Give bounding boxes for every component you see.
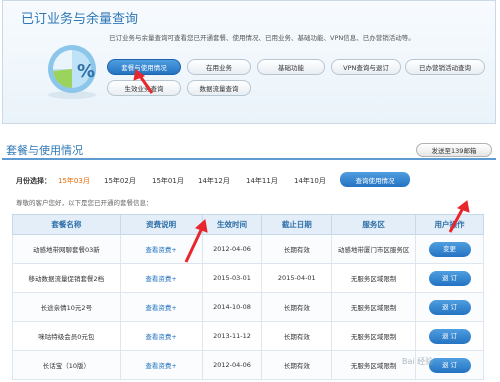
column-header: 截止日期 — [261, 214, 333, 235]
package-name: 长途亲情10元2号 — [12, 292, 121, 322]
tab-data-traffic[interactable]: 数据流量查询 — [187, 80, 251, 96]
table-header-row: 套餐名称 资费说明 生效时间 截止日期 服务区 用户操作 — [12, 214, 484, 235]
end-date: 长期有效 — [261, 321, 333, 351]
panel-description: 已订业务与余量查询可查看您已开通套餐、使用情况、已用业务、基础功能、VPN信息、… — [109, 34, 415, 42]
column-header: 套餐名称 — [12, 214, 121, 235]
service-area: 动感地带厦门市区服务区 — [331, 234, 417, 264]
start-date: 2014-10-08 — [201, 292, 263, 322]
table-row: 动感地带网聊套餐03新 查看资费+ 2012-04-06 长期有效 动感地带厦门… — [12, 234, 484, 264]
table-row: 咪咕特级会员0元包 查看资费+ 2013-11-12 长期有效 无服务区域限制 … — [12, 321, 484, 351]
package-name: 移动数据流量促销套餐2档 — [12, 263, 121, 293]
month-option[interactable]: 15年01月 — [152, 176, 184, 186]
svg-text:%: % — [77, 61, 95, 82]
query-usage-button[interactable]: 查询使用情况 — [340, 172, 410, 187]
service-area: 无服务区域限制 — [331, 292, 417, 322]
watermark: Bai 经验 — [402, 357, 434, 366]
end-date: 2015-04-01 — [261, 263, 333, 293]
tab-marketing-activities[interactable]: 已办营销活动查询 — [405, 59, 485, 75]
unsubscribe-button[interactable]: 退 订 — [428, 357, 471, 373]
tab-vpn-query[interactable]: VPN查询与退订 — [331, 59, 401, 75]
column-header: 服务区 — [331, 214, 417, 235]
notice-text: 尊敬的客户您好，以下是您已开通的套餐信息： — [16, 199, 153, 207]
tab-effective-services[interactable]: 生效业务查询 — [107, 80, 181, 96]
tab-basic-functions[interactable]: 基础功能 — [257, 59, 325, 75]
change-button[interactable]: 变更 — [428, 241, 471, 257]
start-date: 2015-03-01 — [201, 263, 263, 293]
column-header: 资费说明 — [119, 214, 203, 235]
month-label: 月份选择： — [16, 177, 51, 185]
section-title: 套餐与使用情况 — [6, 144, 83, 157]
arrow-head — [456, 200, 470, 213]
month-option[interactable]: 15年03月 — [58, 176, 90, 186]
month-option[interactable]: 14年10月 — [294, 176, 326, 186]
end-date: 长期有效 — [261, 234, 333, 264]
service-query-panel: 已订业务与余量查询 % 已订业务与余量查询可查看您已开通套餐、使用情况、已用业务… — [2, 0, 496, 124]
package-name: 动感地带网聊套餐03新 — [12, 234, 121, 264]
unsubscribe-button[interactable]: 退 订 — [428, 328, 471, 344]
month-option[interactable]: 14年12月 — [198, 176, 230, 186]
view-fee-link[interactable]: 查看资费+ — [145, 333, 176, 341]
start-date: 2012-04-06 — [201, 350, 263, 380]
tab-active-services[interactable]: 在用业务 — [187, 59, 251, 75]
start-date: 2012-04-06 — [201, 234, 263, 264]
package-name: 长话宝（10版） — [12, 350, 121, 380]
send-to-mail-button[interactable]: 发送至139邮箱 — [416, 143, 492, 157]
column-header: 生效时间 — [201, 214, 263, 235]
view-fee-link[interactable]: 查看资费+ — [145, 275, 176, 283]
start-date: 2013-11-12 — [201, 321, 263, 351]
view-fee-link[interactable]: 查看资费+ — [145, 362, 176, 370]
service-area: 无服务区域限制 — [331, 263, 417, 293]
view-fee-link[interactable]: 查看资费+ — [145, 304, 176, 312]
percent-globe-icon: % — [48, 45, 96, 99]
panel-title: 已订业务与余量查询 — [21, 12, 139, 27]
month-option[interactable]: 14年11月 — [246, 176, 278, 186]
unsubscribe-button[interactable]: 退 订 — [428, 270, 471, 286]
column-header: 用户操作 — [415, 214, 484, 235]
table-row: 长途亲情10元2号 查看资费+ 2014-10-08 长期有效 无服务区域限制 … — [12, 292, 484, 322]
service-area: 无服务区域限制 — [331, 321, 417, 351]
month-option[interactable]: 15年02月 — [104, 176, 136, 186]
view-fee-link[interactable]: 查看资费+ — [145, 246, 176, 254]
table-row: 移动数据流量促销套餐2档 查看资费+ 2015-03-01 2015-04-01… — [12, 263, 484, 293]
tab-package-usage[interactable]: 套餐与使用情况 — [107, 59, 181, 75]
unsubscribe-button[interactable]: 退 订 — [428, 299, 471, 315]
section-divider — [2, 158, 496, 160]
end-date: 长期有效 — [261, 292, 333, 322]
end-date: 长期有效 — [261, 350, 333, 380]
package-name: 咪咕特级会员0元包 — [12, 321, 121, 351]
